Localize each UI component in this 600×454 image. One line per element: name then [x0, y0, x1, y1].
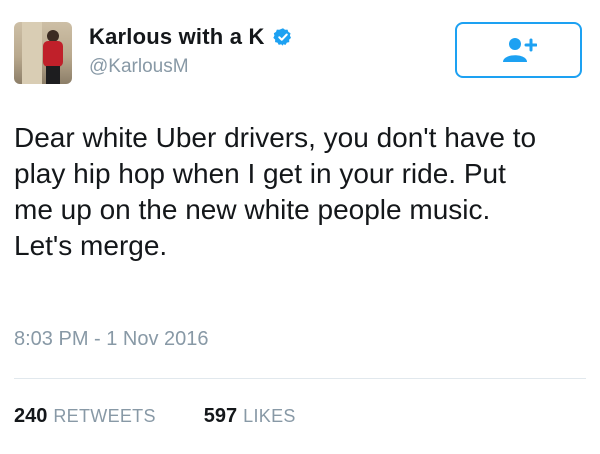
tweet-text: Dear white Uber drivers, you don't have … — [14, 120, 589, 264]
verified-badge-icon — [272, 28, 291, 46]
tweet-text-line: Dear white Uber drivers, you don't have … — [14, 122, 537, 153]
tweet-timestamp[interactable]: 8:03 PM - 1 Nov 2016 — [14, 328, 209, 351]
retweet-count: 240 — [14, 405, 48, 427]
avatar[interactable] — [14, 22, 72, 84]
like-count: 597 — [203, 405, 238, 427]
tweet-text-line: play hip hop when I get in your ride. Pu… — [14, 158, 506, 189]
divider — [14, 378, 586, 379]
tweet-stats: 240 RETWEETS 597 LIKES — [14, 405, 344, 428]
tweet-text-line: Let's merge. — [14, 230, 168, 261]
retweets-stat[interactable]: 240 RETWEETS — [14, 405, 156, 428]
author-handle[interactable]: @KarlousM — [89, 56, 189, 78]
likes-stat[interactable]: 597 LIKES — [204, 405, 296, 428]
avatar-background — [22, 22, 42, 84]
author-name-row: Karlous with a K — [89, 24, 293, 50]
follow-button[interactable] — [455, 22, 582, 78]
retweet-label: RETWEETS — [53, 406, 156, 426]
avatar-figure-legs — [46, 66, 60, 84]
add-user-icon — [502, 38, 537, 62]
avatar-figure-body — [43, 41, 63, 67]
author-display-name[interactable]: Karlous with a K — [89, 24, 265, 50]
tweet-text-line: me up on the new white people music. — [14, 194, 491, 225]
like-label: LIKES — [243, 406, 296, 426]
